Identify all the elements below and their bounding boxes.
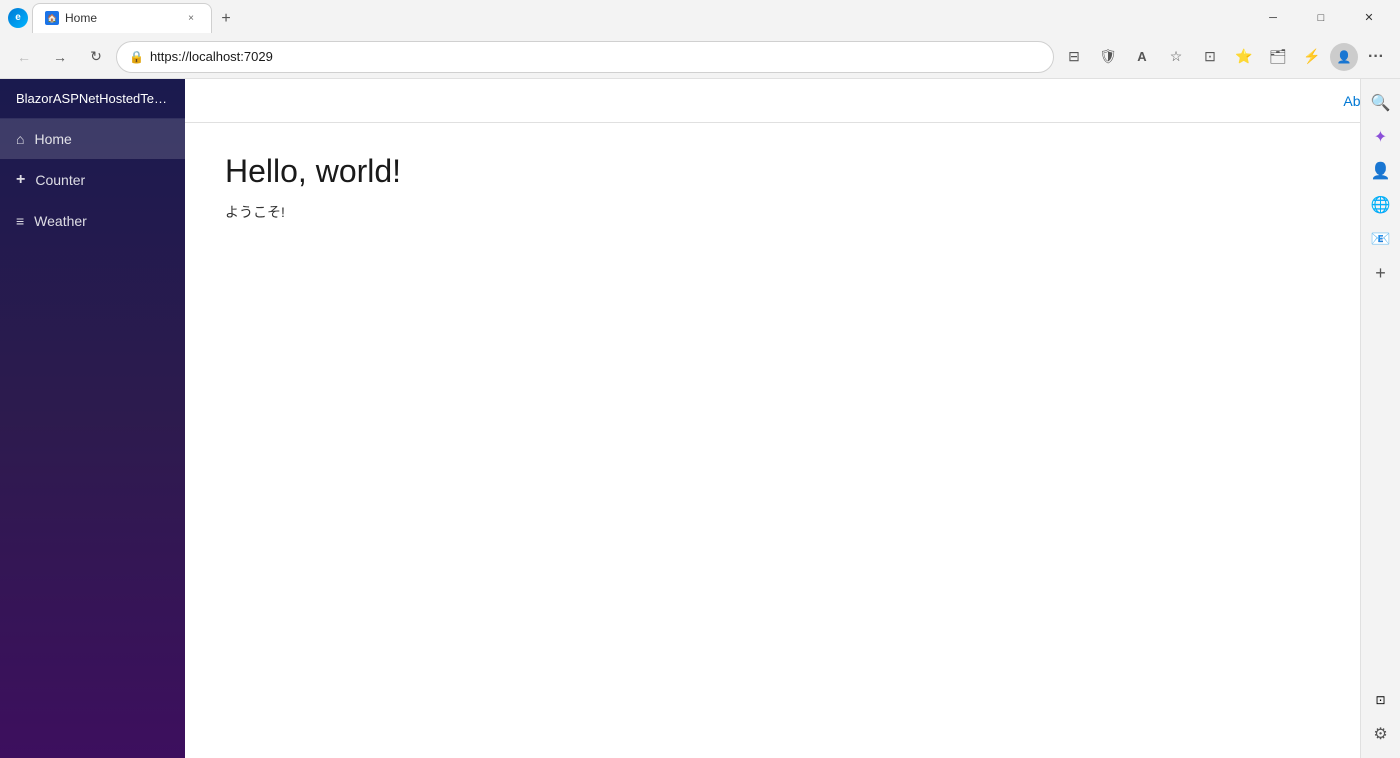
title-bar-controls: ─ □ ✕	[1250, 0, 1392, 35]
sidebar-person-button[interactable]: 👤	[1365, 155, 1397, 187]
nav-bar: ← → ↻ 🔒 ⊟ 🛡 A ☆ ⊡ ⭐ 🗂 ⚡ 👤 ···	[0, 35, 1400, 79]
active-tab[interactable]: 🏠 Home ×	[32, 3, 212, 33]
extensions-button[interactable]: ⚡	[1296, 41, 1328, 73]
app-nav: BlazorASPNetHostedTest.Cl ⌂ Home + Count…	[0, 79, 185, 758]
sidebar-item-home[interactable]: ⌂ Home	[0, 119, 185, 159]
sidebar-outlook-button[interactable]: 📧	[1365, 223, 1397, 255]
browser-essentials-button[interactable]: 🛡	[1092, 41, 1124, 73]
home-icon: ⌂	[16, 131, 24, 147]
tab-close-button[interactable]: ×	[183, 10, 199, 26]
sidebar-item-weather[interactable]: ≡ Weather	[0, 201, 185, 241]
main-subheading: ようこそ!	[225, 202, 1360, 222]
maximize-button[interactable]: □	[1298, 0, 1344, 35]
tab-title: Home	[65, 11, 177, 25]
lock-icon: 🔒	[129, 50, 144, 64]
add-favorites-button[interactable]: ⭐	[1228, 41, 1260, 73]
sidebar-toggle-button[interactable]: ⊡	[1194, 41, 1226, 73]
minimize-button[interactable]: ─	[1250, 0, 1296, 35]
collections-button[interactable]: 🗂	[1262, 41, 1294, 73]
sidebar-item-weather-label: Weather	[34, 213, 87, 229]
main-content: Hello, world! ようこそ!	[185, 123, 1400, 758]
edge-logo-icon: e	[8, 8, 28, 28]
sidebar-search-button[interactable]: 🔍	[1365, 87, 1397, 119]
refresh-button[interactable]: ↻	[80, 41, 112, 73]
sidebar-item-home-label: Home	[34, 131, 71, 147]
browser-content: BlazorASPNetHostedTest.Cl ⌂ Home + Count…	[0, 79, 1400, 758]
address-bar-container: 🔒	[116, 41, 1054, 73]
reader-view-button[interactable]: A	[1126, 41, 1158, 73]
app-main: About Hello, world! ようこそ!	[185, 79, 1400, 758]
new-tab-button[interactable]: +	[212, 5, 240, 33]
sidebar-add-button[interactable]: +	[1365, 257, 1397, 289]
browser-window: e 🏠 Home × + ─ □ ✕ ← → ↻ 🔒 ⊟ 🛡 A ☆	[0, 0, 1400, 758]
sidebar-item-counter[interactable]: + Counter	[0, 159, 185, 201]
back-button[interactable]: ←	[8, 41, 40, 73]
forward-button[interactable]: →	[44, 41, 76, 73]
more-button[interactable]: ···	[1360, 41, 1392, 73]
right-sidebar: 🔍 ✦ 👤 🌐 📧 + ⊡ ⚙	[1360, 79, 1400, 758]
split-screen-button[interactable]: ⊟	[1058, 41, 1090, 73]
app-header: About	[185, 79, 1400, 123]
favorites-button[interactable]: ☆	[1160, 41, 1192, 73]
title-bar: e 🏠 Home × + ─ □ ✕	[0, 0, 1400, 35]
tab-favicon-icon: 🏠	[45, 11, 59, 25]
sidebar-bottom-controls: ⊡ ⚙	[1365, 684, 1397, 750]
nav-icons-right: ⊟ 🛡 A ☆ ⊡ ⭐ 🗂 ⚡ 👤 ···	[1058, 41, 1392, 73]
counter-icon: +	[16, 171, 25, 189]
address-bar[interactable]	[150, 49, 1041, 64]
main-heading: Hello, world!	[225, 153, 1360, 190]
profile-button[interactable]: 👤	[1330, 43, 1358, 71]
tab-bar: 🏠 Home × +	[28, 3, 1250, 33]
sidebar-settings-button[interactable]: ⚙	[1365, 718, 1397, 750]
weather-icon: ≡	[16, 213, 24, 229]
sidebar-item-counter-label: Counter	[35, 172, 85, 188]
app-nav-header: BlazorASPNetHostedTest.Cl	[0, 79, 185, 119]
title-bar-left: e	[8, 8, 28, 28]
close-button[interactable]: ✕	[1346, 0, 1392, 35]
app-layout: BlazorASPNetHostedTest.Cl ⌂ Home + Count…	[0, 79, 1400, 758]
sidebar-copilot-button[interactable]: ✦	[1365, 121, 1397, 153]
sidebar-resize-button[interactable]: ⊡	[1365, 684, 1397, 716]
sidebar-globe-button[interactable]: 🌐	[1365, 189, 1397, 221]
